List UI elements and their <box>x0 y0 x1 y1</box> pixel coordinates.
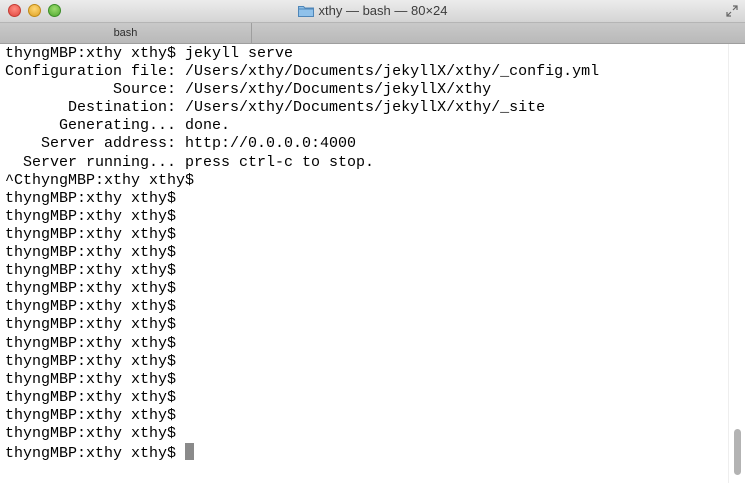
terminal-line: Destination: /Users/xthy/Documents/jekyl… <box>5 99 728 117</box>
terminal-line-text: thyngMBP:xthy xthy$ <box>5 244 177 262</box>
terminal-line: thyngMBP:xthy xthy$ <box>5 443 728 463</box>
terminal-line-text: Destination: /Users/xthy/Documents/jekyl… <box>5 99 546 117</box>
terminal-line-text: ^CthyngMBP:xthy xthy$ <box>5 171 195 189</box>
terminal-output[interactable]: thyngMBP:xthy xthy$ jekyll serve Configur… <box>0 44 728 483</box>
terminal-line: thyngMBP:xthy xthy$ <box>5 298 728 316</box>
terminal-line-text: thyngMBP:xthy xthy$ <box>5 370 177 388</box>
tab-label: bash <box>113 27 138 39</box>
terminal-line-text: Generating... done. <box>5 117 231 135</box>
terminal-line-text: thyngMBP:xthy xthy$ <box>5 388 177 406</box>
terminal-line: thyngMBP:xthy xthy$ <box>5 244 728 262</box>
terminal-line: thyngMBP:xthy xthy$ jekyll serve <box>5 45 728 63</box>
terminal-line-text: thyngMBP:xthy xthy$ <box>5 298 177 316</box>
terminal-line-text: thyngMBP:xthy xthy$ <box>5 424 177 442</box>
terminal-line: Configuration file: /Users/xthy/Document… <box>5 63 728 81</box>
terminal-line-text: thyngMBP:xthy xthy$ <box>5 445 177 463</box>
terminal-line-text: Source: /Users/xthy/Documents/jekyllX/xt… <box>5 81 492 99</box>
terminal-window: xthy — bash — 80×24 bash thyngMBP:xthy x… <box>0 0 745 483</box>
terminal-line: thyngMBP:xthy xthy$ <box>5 425 728 443</box>
terminal-line: thyngMBP:xthy xthy$ <box>5 353 728 371</box>
text-cursor <box>185 443 195 461</box>
terminal-line-text: thyngMBP:xthy xthy$ <box>5 334 177 352</box>
terminal-line-text: thyngMBP:xthy xthy$ <box>5 280 177 298</box>
terminal-line: Server running... press ctrl-c to stop. <box>5 154 728 172</box>
terminal-line-text: thyngMBP:xthy xthy$ <box>5 207 177 225</box>
terminal-line-text: thyngMBP:xthy xthy$ <box>5 189 177 207</box>
terminal-line: thyngMBP:xthy xthy$ <box>5 389 728 407</box>
terminal-line: Generating... done. <box>5 117 728 135</box>
terminal-line: thyngMBP:xthy xthy$ <box>5 407 728 425</box>
terminal-line: thyngMBP:xthy xthy$ <box>5 226 728 244</box>
terminal-line-text: thyngMBP:xthy xthy$ <box>5 225 177 243</box>
terminal-line: thyngMBP:xthy xthy$ <box>5 262 728 280</box>
folder-icon <box>297 5 314 17</box>
terminal-line: thyngMBP:xthy xthy$ <box>5 335 728 353</box>
terminal-line-text: thyngMBP:xthy xthy$ <box>5 316 177 334</box>
title-bar[interactable]: xthy — bash — 80×24 <box>0 0 745 23</box>
terminal-line-text: thyngMBP:xthy xthy$ jekyll serve <box>5 45 294 62</box>
terminal-line: thyngMBP:xthy xthy$ <box>5 190 728 208</box>
scrollbar-thumb[interactable] <box>734 429 741 475</box>
terminal-line-text: Server running... press ctrl-c to stop. <box>5 153 375 171</box>
terminal-line: thyngMBP:xthy xthy$ <box>5 280 728 298</box>
window-title: xthy — bash — 80×24 <box>318 3 448 18</box>
terminal-line: thyngMBP:xthy xthy$ <box>5 371 728 389</box>
fullscreen-icon[interactable] <box>726 4 738 17</box>
terminal-line-text: thyngMBP:xthy xthy$ <box>5 406 177 424</box>
tab-bash[interactable]: bash <box>0 23 252 43</box>
terminal-line: thyngMBP:xthy xthy$ <box>5 208 728 226</box>
tab-bar: bash <box>0 23 745 44</box>
vertical-scrollbar[interactable] <box>728 44 745 483</box>
terminal-line-text: Server address: http://0.0.0.0:4000 <box>5 135 357 153</box>
terminal-line: thyngMBP:xthy xthy$ <box>5 316 728 334</box>
terminal-line: ^CthyngMBP:xthy xthy$ <box>5 172 728 190</box>
terminal-line: Server address: http://0.0.0.0:4000 <box>5 135 728 153</box>
window-title-group: xthy — bash — 80×24 <box>0 3 745 19</box>
terminal-line-text: thyngMBP:xthy xthy$ <box>5 352 177 370</box>
terminal-line-text: thyngMBP:xthy xthy$ <box>5 262 177 280</box>
terminal-line: Source: /Users/xthy/Documents/jekyllX/xt… <box>5 81 728 99</box>
terminal-line-text: Configuration file: /Users/xthy/Document… <box>5 63 600 81</box>
